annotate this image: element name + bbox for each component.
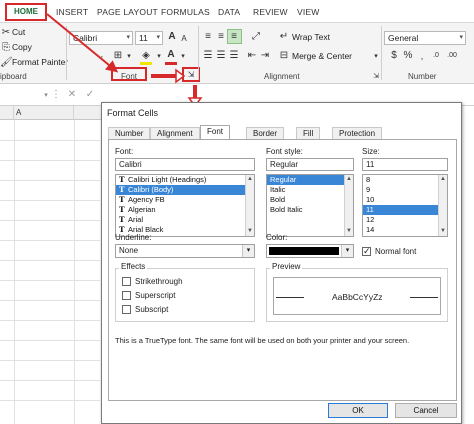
effects-label: Effects <box>119 262 148 271</box>
strikethrough-label: Strikethrough <box>135 277 183 286</box>
list-item[interactable]: T Calibri (Body) <box>116 185 254 195</box>
font-tab-panel: Font: Calibri T Calibri Light (Headings) … <box>108 139 457 401</box>
size-input[interactable]: 11 <box>362 158 448 171</box>
font-input[interactable]: Calibri <box>115 158 255 171</box>
list-item[interactable]: T Agency FB <box>116 195 254 205</box>
normal-font-checkbox[interactable] <box>362 246 371 257</box>
list-item[interactable]: Bold Italic <box>267 205 353 215</box>
list-item[interactable]: 8 <box>363 175 447 185</box>
truetype-icon: T <box>119 215 125 224</box>
underline-value: None <box>119 246 139 255</box>
scrollbar[interactable]: ▲ ▼ <box>245 175 254 236</box>
scroll-up-icon[interactable]: ▲ <box>345 175 353 184</box>
tab-protection[interactable]: Protection <box>332 127 383 139</box>
list-item[interactable]: T Algerian <box>116 205 254 215</box>
normal-font-label: Normal font <box>375 247 417 256</box>
scroll-up-icon[interactable]: ▲ <box>246 175 254 184</box>
list-item[interactable]: 9 <box>363 185 447 195</box>
preview-rule-right <box>410 297 438 298</box>
tab-fill[interactable]: Fill <box>296 127 321 139</box>
subscript-checkbox[interactable] <box>122 305 131 314</box>
subscript-label: Subscript <box>135 305 169 314</box>
truetype-icon: T <box>119 205 125 214</box>
list-item[interactable]: 12 <box>363 215 447 225</box>
color-label: Color: <box>266 233 288 242</box>
tab-number[interactable]: Number <box>108 127 151 139</box>
tab-border[interactable]: Border <box>246 127 285 139</box>
scroll-down-icon[interactable]: ▼ <box>345 227 353 236</box>
list-item[interactable]: Italic <box>267 185 353 195</box>
font-style-label: Font style: <box>266 147 303 156</box>
underline-label: Underline: <box>115 233 152 242</box>
list-item[interactable]: 11 <box>363 205 447 215</box>
preview-rule-left <box>276 297 304 298</box>
scroll-down-icon[interactable]: ▼ <box>439 227 447 236</box>
ok-button[interactable]: OK <box>328 403 388 418</box>
arrow-home-to-font <box>46 13 119 73</box>
arrow-head <box>175 68 186 84</box>
list-item[interactable]: 14 <box>363 225 447 235</box>
font-label: Font: <box>115 147 134 156</box>
strikethrough-checkbox[interactable] <box>122 277 131 286</box>
superscript-checkbox[interactable] <box>122 291 131 300</box>
color-dropdown[interactable]: ▾ <box>266 244 354 258</box>
scrollbar[interactable]: ▲ ▼ <box>438 175 447 236</box>
scrollbar[interactable]: ▲ ▼ <box>344 175 353 236</box>
font-list[interactable]: T Calibri Light (Headings) T Calibri (Body… <box>115 174 255 237</box>
chevron-down-icon: ▾ <box>341 245 353 257</box>
preview-label: Preview <box>270 262 303 271</box>
list-item-label: Calibri Light (Headings) <box>128 175 207 184</box>
truetype-info-text: This is a TrueType font. The same font w… <box>115 336 410 345</box>
underline-dropdown[interactable]: None ▾ <box>115 244 255 258</box>
truetype-icon: T <box>119 195 125 204</box>
truetype-icon: T <box>119 175 125 184</box>
format-cells-dialog: Format Cells Number Alignment Font Borde… <box>101 102 462 424</box>
truetype-icon: T <box>119 185 125 194</box>
tab-font[interactable]: Font <box>200 125 231 140</box>
list-item-label: Calibri (Body) <box>128 185 174 194</box>
dialog-title: Format Cells <box>107 108 159 118</box>
list-item[interactable]: Regular <box>267 175 353 185</box>
list-item[interactable]: T Calibri Light (Headings) <box>116 175 254 185</box>
size-list[interactable]: 8 9 10 11 12 14 ▲ ▼ <box>362 174 448 237</box>
superscript-label: Superscript <box>135 291 176 300</box>
scroll-down-icon[interactable]: ▼ <box>246 227 254 236</box>
preview-box: AaBbCcYyZz <box>273 277 441 315</box>
color-swatch <box>269 247 339 255</box>
list-item-label: Agency FB <box>128 195 165 204</box>
font-style-list[interactable]: Regular Italic Bold Bold Italic ▲ ▼ <box>266 174 354 237</box>
size-label: Size: <box>362 147 380 156</box>
list-item[interactable]: T Arial <box>116 215 254 225</box>
preview-sample-text: AaBbCcYyZz <box>332 292 383 302</box>
list-item[interactable]: Bold <box>267 195 353 205</box>
list-item-label: Arial <box>128 215 144 224</box>
scroll-up-icon[interactable]: ▲ <box>439 175 447 184</box>
chevron-down-icon: ▾ <box>242 245 254 257</box>
list-item[interactable]: 10 <box>363 195 447 205</box>
font-style-input[interactable]: Regular <box>266 158 354 171</box>
cancel-button[interactable]: Cancel <box>395 403 457 418</box>
list-item-label: Algerian <box>128 205 156 214</box>
tab-alignment[interactable]: Alignment <box>150 127 200 139</box>
